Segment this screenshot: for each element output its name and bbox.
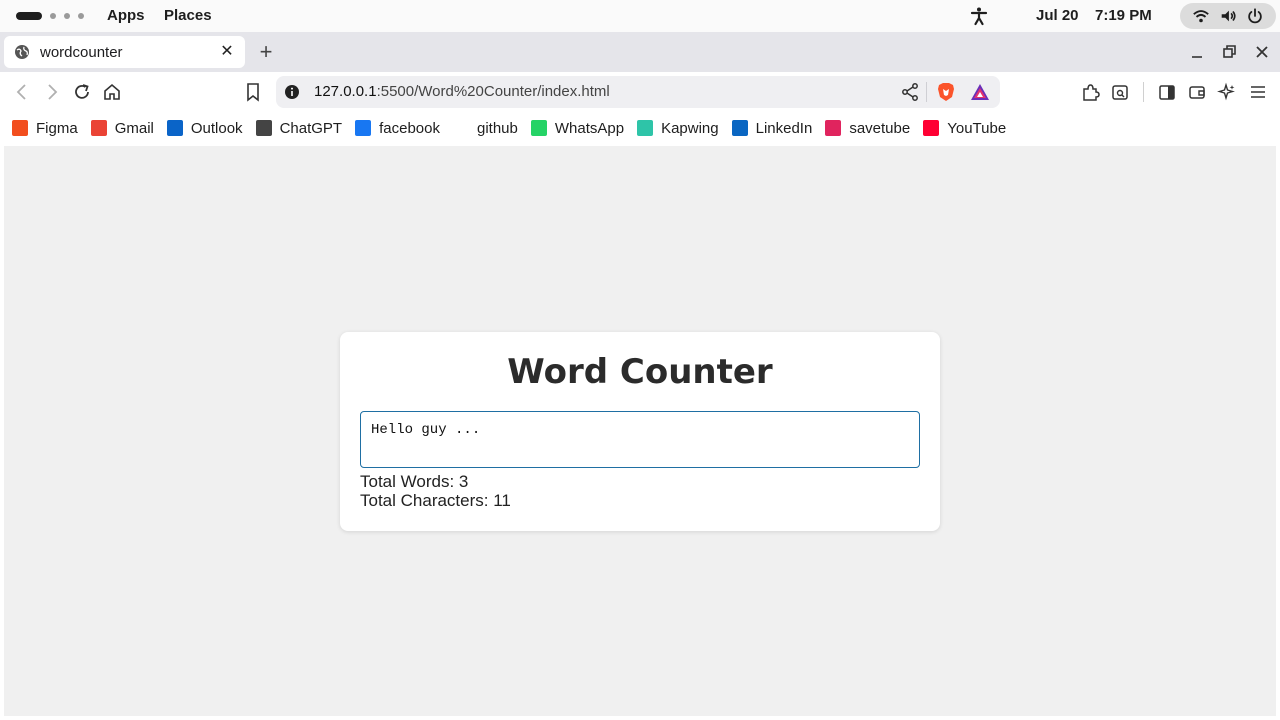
page-viewport: Word Counter Total Words: 3 Total Charac… [4,146,1276,716]
bookmark-label: LinkedIn [755,119,813,137]
minimize-icon[interactable] [1187,42,1207,62]
share-icon[interactable] [900,82,920,102]
bookmark-label: savetube [849,119,911,137]
apps-menu[interactable]: Apps [107,7,145,24]
url-text[interactable]: 127.0.0.1:5500/Word%20Counter/index.html [314,83,610,100]
restore-icon[interactable] [1219,42,1239,62]
activities-indicator[interactable] [16,12,84,20]
bookmark-figma[interactable]: Figma [12,120,78,137]
tab-search-icon[interactable] [1110,82,1130,102]
total-characters-label: Total Characters: 11 [360,491,511,510]
accessibility-icon[interactable] [969,6,989,26]
wallet-icon[interactable] [1187,82,1207,102]
word-counter-card: Word Counter Total Words: 3 Total Charac… [340,332,940,531]
bookmark-kapwing[interactable]: Kapwing [637,120,719,137]
volume-icon [1221,10,1236,22]
reload-icon[interactable] [72,82,92,102]
outlook-icon [166,120,183,136]
kapwing-icon [637,120,654,136]
download-icon [825,120,842,136]
tab-strip: wordcounter ✕ + [0,32,1280,72]
bookmark-whatsapp[interactable]: WhatsApp [530,119,625,137]
text-input[interactable] [360,411,920,468]
url-path: :5500/Word%20Counter/index.html [376,83,610,100]
close-tab-icon[interactable]: ✕ [219,44,235,60]
home-icon[interactable] [102,82,122,102]
workspace-indicator [64,13,70,19]
leo-ai-icon[interactable] [1217,82,1237,102]
time-label[interactable]: 7:19 PM [1095,7,1152,24]
extensions-icon[interactable] [1080,82,1100,102]
forward-icon[interactable] [42,82,62,102]
linkedin-icon [731,120,748,136]
page-title: Word Counter [507,352,773,392]
bookmark-savetube[interactable]: savetube [825,120,910,137]
bookmark-label: YouTube [947,119,1007,137]
date-label[interactable]: Jul 20 [1036,7,1079,24]
brave-rewards-icon[interactable] [969,81,991,103]
brave-shields-icon[interactable] [935,81,957,103]
bookmark-label: facebook [379,119,440,137]
bookmark-label: Gmail [114,119,154,137]
power-icon [1247,8,1262,24]
bookmark-label: Outlook [190,119,243,137]
workspace-indicator [50,13,56,19]
github-icon [452,120,469,136]
system-status-menu[interactable] [1180,3,1276,29]
facebook-icon [355,120,372,136]
bookmark-label: github [476,119,518,137]
bookmark-label: ChatGPT [279,119,343,137]
youtube-icon [923,120,940,136]
menu-icon[interactable] [1248,82,1268,102]
chatgpt-icon [255,120,272,136]
bookmark-facebook[interactable]: facebook [355,120,440,137]
globe-icon [15,45,29,59]
gmail-icon [90,120,107,136]
bookmark-gmail[interactable]: Gmail [90,119,154,137]
bookmark-outlook[interactable]: Outlook [166,119,243,137]
url-host: 127.0.0.1 [314,83,377,100]
wifi-icon [1193,10,1210,23]
bookmark-chatgpt[interactable]: ChatGPT [255,119,343,137]
whatsapp-icon [530,120,547,136]
toolbar-divider [1143,82,1144,102]
bookmark-icon[interactable] [243,82,263,102]
bookmark-youtube[interactable]: YouTube [923,120,1006,137]
tab-wordcounter[interactable]: wordcounter ✕ [4,36,245,68]
bookmark-label: WhatsApp [554,119,625,137]
bookmark-label: Kapwing [661,119,719,137]
system-top-bar: Apps Places Jul 20 7:19 PM [0,0,1280,32]
sidebar-icon[interactable] [1157,82,1177,102]
bookmark-github[interactable]: github [452,119,518,137]
bookmark-label: Figma [36,119,78,137]
bookmarks-bar: Figma Gmail Outlook ChatGPT facebook github Wh… [0,112,1280,144]
site-info-icon[interactable] [284,84,300,100]
tab-title: wordcounter [40,43,123,61]
total-words-label: Total Words: 3 [360,472,469,491]
bookmark-linkedin[interactable]: LinkedIn [731,119,813,137]
address-divider [926,82,927,102]
close-window-icon[interactable] [1252,42,1272,62]
workspace-indicator [78,13,84,19]
workspace-indicator-active [16,12,42,20]
figma-icon [12,120,28,136]
new-tab-button[interactable]: + [256,41,276,63]
back-icon[interactable] [12,82,32,102]
places-menu[interactable]: Places [164,7,212,24]
